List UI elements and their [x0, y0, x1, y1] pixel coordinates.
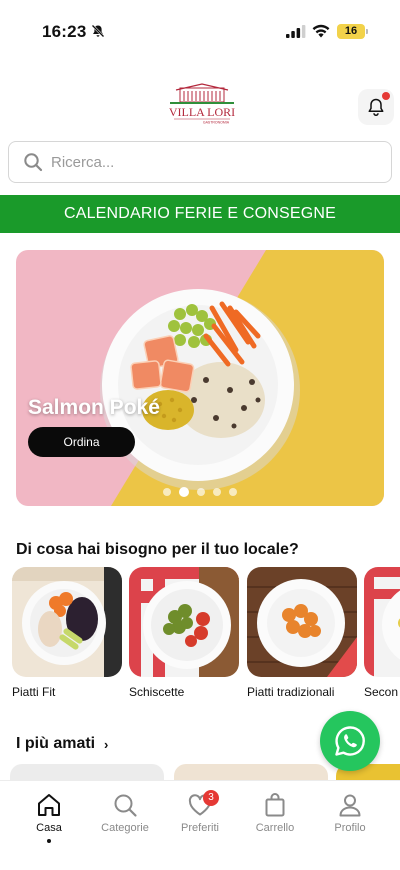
villa-lori-logo[interactable]: VILLA LORI GASTRONOMIA	[166, 82, 238, 126]
piatti-fit-image	[12, 567, 122, 677]
search-bar[interactable]	[8, 141, 392, 183]
logo-subtext: GASTRONOMIA	[203, 121, 230, 125]
order-button[interactable]: Ordina	[28, 427, 135, 457]
nav-label: Categorie	[101, 822, 149, 834]
carousel-dot[interactable]	[213, 488, 221, 496]
active-indicator	[47, 839, 51, 843]
carousel-dot[interactable]	[163, 488, 171, 496]
categories-section-title: Di cosa hai bisogno per il tuo locale?	[16, 541, 299, 558]
nav-item-profilo[interactable]: Profilo	[312, 791, 388, 834]
bell-muted-icon	[91, 24, 105, 38]
category-label: Piatti tradizionali	[247, 685, 335, 699]
nav-label: Carrello	[255, 822, 295, 834]
secondi-image	[364, 567, 400, 677]
notification-dot	[382, 92, 390, 100]
schiscette-image	[129, 567, 239, 677]
bag-icon	[265, 793, 285, 817]
logo-text: VILLA LORI	[169, 105, 235, 119]
nav-label: Preferiti	[181, 822, 219, 834]
category-card-piatti-fit[interactable]: Piatti Fit	[12, 567, 122, 699]
favorites-count-badge: 3	[203, 790, 219, 806]
categories-carousel[interactable]: Piatti Fit Schiscette Piatti tradizional…	[12, 567, 400, 707]
most-loved-section-title[interactable]: I più amati	[16, 735, 95, 753]
battery-indicator: 16	[337, 24, 365, 39]
category-card-piatti-tradizionali[interactable]: Piatti tradizionali	[247, 567, 357, 699]
category-label: Piatti Fit	[12, 685, 56, 699]
bell-icon	[368, 98, 384, 117]
category-label: Secon	[364, 685, 399, 699]
status-bar: 16:23 16	[0, 0, 400, 56]
category-label: Schiscette	[129, 685, 185, 699]
carousel-dot-active[interactable]	[179, 487, 189, 497]
user-icon	[339, 794, 361, 817]
nav-item-casa[interactable]: Casa	[11, 791, 87, 843]
hero-title: Salmon Poké	[28, 396, 160, 419]
nav-item-carrello[interactable]: Carrello	[237, 791, 313, 834]
carousel-dot[interactable]	[229, 488, 237, 496]
category-card-secondi[interactable]: Secon	[364, 567, 400, 699]
holiday-calendar-banner[interactable]: CALENDARIO FERIE E CONSEGNE	[0, 195, 400, 233]
carousel-pagination[interactable]	[163, 487, 237, 497]
salmon-poke-image	[16, 250, 384, 506]
whatsapp-button[interactable]	[320, 711, 380, 771]
chevron-right-icon[interactable]: ›	[104, 737, 108, 752]
status-time: 16:23	[42, 22, 87, 41]
search-input[interactable]	[51, 148, 381, 176]
cellular-signal-icon	[286, 25, 306, 38]
search-icon	[24, 153, 43, 172]
hero-carousel[interactable]: Salmon Poké Ordina	[16, 250, 384, 506]
notifications-button[interactable]	[358, 89, 394, 125]
nav-item-preferiti[interactable]: 3 Preferiti	[162, 790, 238, 834]
carousel-dot[interactable]	[197, 488, 205, 496]
wifi-icon	[312, 24, 330, 38]
bottom-navigation: Casa Categorie 3 Preferiti Carrello Prof…	[0, 780, 400, 870]
nav-item-categorie[interactable]: Categorie	[87, 791, 163, 834]
category-card-schiscette[interactable]: Schiscette	[129, 567, 239, 699]
whatsapp-icon	[335, 726, 365, 756]
battery-tip	[366, 29, 368, 34]
piatti-tradizionali-image	[247, 567, 357, 677]
nav-label: Casa	[36, 822, 62, 834]
nav-label: Profilo	[334, 822, 366, 834]
search-icon	[114, 794, 137, 817]
home-icon	[38, 794, 60, 816]
